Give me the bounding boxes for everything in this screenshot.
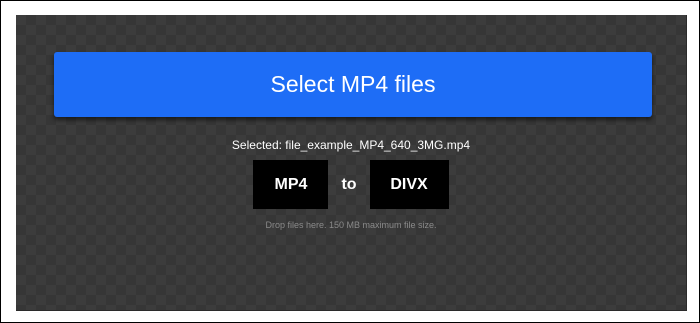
conversion-format-row: MP4 to DIVX [16,160,686,209]
selected-file-label: Selected: file_example_MP4_640_3MG.mp4 [231,138,471,152]
target-format-button[interactable]: DIVX [369,160,449,209]
drop-hint-text: Drop files here. 150 MB maximum file siz… [265,220,437,230]
page-frame: Select MP4 files Selected: file_example_… [0,0,700,323]
source-format-button[interactable]: MP4 [253,160,329,209]
select-files-button[interactable]: Select MP4 files [54,52,652,117]
upload-panel[interactable]: Select MP4 files Selected: file_example_… [16,15,687,311]
to-label: to [341,175,357,193]
